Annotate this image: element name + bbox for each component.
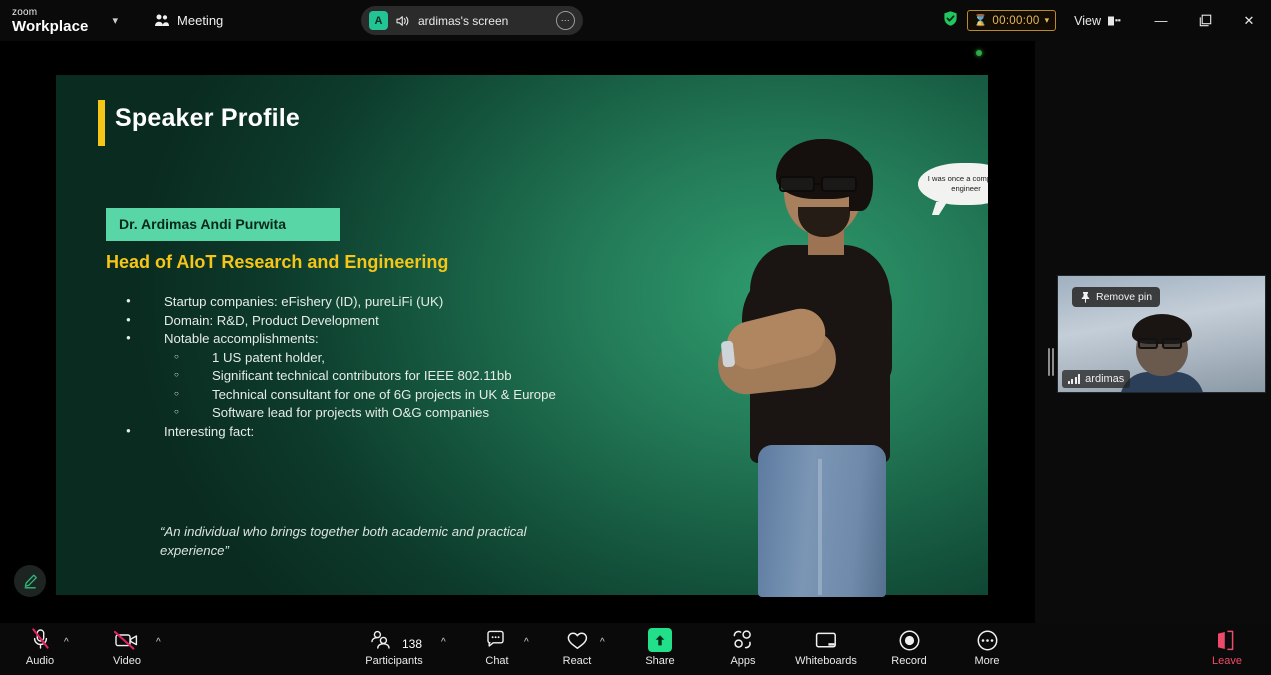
hourglass-icon: ⌛ bbox=[973, 15, 988, 27]
microphone-muted-icon bbox=[31, 627, 50, 653]
apps-icon bbox=[731, 627, 755, 653]
brand-workplace-text: Workplace bbox=[12, 17, 89, 35]
maximize-button[interactable] bbox=[1183, 0, 1227, 41]
zoom-workplace-logo: zoom Workplace bbox=[12, 6, 89, 35]
shared-screen-label: ardimas's screen bbox=[418, 13, 509, 28]
timer-value: 00:00:00 bbox=[992, 14, 1040, 27]
ellipsis-icon bbox=[976, 627, 999, 653]
layout-icon bbox=[1108, 16, 1121, 25]
presentation-slide: Speaker Profile Dr. Ardimas Andi Purwita… bbox=[56, 75, 988, 597]
more-button[interactable]: More bbox=[949, 627, 1025, 673]
shared-content-stage: Speaker Profile Dr. Ardimas Andi Purwita… bbox=[0, 41, 1035, 623]
record-button[interactable]: Record bbox=[871, 627, 947, 673]
react-options-caret[interactable]: ^ bbox=[600, 637, 605, 648]
green-dot-icon bbox=[976, 50, 982, 56]
leave-label: Leave bbox=[1212, 655, 1242, 667]
record-icon bbox=[898, 627, 921, 653]
close-button[interactable]: ✕ bbox=[1227, 0, 1271, 41]
heart-icon bbox=[566, 627, 589, 653]
share-button[interactable]: Share bbox=[622, 627, 698, 673]
meeting-toolbar: Audio ^ Video ^ 138 Participants ^ Chat … bbox=[0, 623, 1271, 675]
list-item: Startup companies: eFishery (ID), pureLi… bbox=[116, 292, 636, 312]
list-item: Significant technical contributors for I… bbox=[116, 366, 636, 386]
record-label: Record bbox=[891, 655, 927, 667]
minimize-button[interactable]: — bbox=[1139, 0, 1183, 41]
chat-label: Chat bbox=[485, 655, 509, 667]
react-label: React bbox=[562, 655, 592, 667]
title-bar: zoom Workplace ▾ Meeting A ardimas's scr… bbox=[0, 0, 1271, 41]
annotate-button[interactable] bbox=[14, 565, 46, 597]
chat-bubble-icon bbox=[486, 627, 509, 653]
participants-count: 138 bbox=[402, 637, 423, 651]
speaker-role: Head of AIoT Research and Engineering bbox=[106, 252, 449, 272]
bullet-list: Startup companies: eFishery (ID), pureLi… bbox=[116, 292, 636, 442]
resize-handle[interactable] bbox=[1048, 348, 1055, 376]
list-item: Domain: R&D, Product Development bbox=[116, 311, 636, 331]
video-label: Video bbox=[113, 655, 141, 667]
chat-button[interactable]: Chat bbox=[459, 627, 535, 673]
shared-screen-frame: Speaker Profile Dr. Ardimas Andi Purwita… bbox=[56, 45, 988, 619]
list-item: Notable accomplishments: bbox=[116, 329, 636, 349]
pin-icon bbox=[1081, 292, 1090, 303]
remove-pin-label: Remove pin bbox=[1096, 291, 1153, 303]
share-more-options-button[interactable]: ⋯ bbox=[556, 11, 575, 30]
list-item: Software lead for projects with O&G comp… bbox=[116, 403, 636, 423]
participants-button[interactable]: 138 Participants bbox=[356, 627, 432, 673]
meeting-tab-label: Meeting bbox=[177, 13, 224, 28]
speaker-quote: “An individual who brings together both … bbox=[160, 524, 527, 558]
more-label: More bbox=[974, 655, 1000, 667]
leave-button[interactable]: Leave bbox=[1189, 627, 1265, 673]
shared-screen-pill[interactable]: A ardimas's screen ⋯ bbox=[361, 6, 583, 35]
list-item: Interesting fact: bbox=[116, 422, 636, 442]
signal-bars-icon bbox=[1068, 374, 1081, 384]
video-button[interactable]: Video bbox=[89, 627, 165, 673]
speaker-photo bbox=[666, 139, 956, 597]
share-label: Share bbox=[645, 655, 675, 667]
whiteboards-button[interactable]: Whiteboards bbox=[788, 627, 864, 673]
title-bar-right-controls: ⌛ 00:00:00 ▾ View — ✕ bbox=[942, 0, 1271, 41]
chevron-down-icon[interactable]: ▾ bbox=[113, 14, 119, 27]
eyeglasses bbox=[1138, 338, 1186, 349]
camera-muted-icon bbox=[114, 627, 140, 653]
chat-options-caret[interactable]: ^ bbox=[524, 637, 529, 648]
audio-button[interactable]: Audio bbox=[2, 627, 78, 673]
zoom-meeting-window: zoom Workplace ▾ Meeting A ardimas's scr… bbox=[0, 0, 1271, 675]
participants-options-caret[interactable]: ^ bbox=[441, 637, 446, 648]
people-icon bbox=[155, 14, 170, 26]
title-accent-bar bbox=[98, 100, 105, 146]
speaker-icon bbox=[396, 15, 409, 26]
audio-options-caret[interactable]: ^ bbox=[64, 637, 69, 648]
pencil-icon bbox=[24, 574, 37, 588]
chevron-down-icon[interactable]: ▾ bbox=[1045, 15, 1050, 26]
window-controls: — ✕ bbox=[1139, 0, 1271, 41]
whiteboard-icon bbox=[814, 627, 839, 653]
view-button[interactable]: View bbox=[1074, 14, 1121, 28]
speaker-name-chip: Dr. Ardimas Andi Purwita bbox=[106, 208, 340, 241]
react-button[interactable]: React bbox=[539, 627, 615, 673]
avatar: A bbox=[369, 11, 388, 30]
participant-name-badge: ardimas bbox=[1062, 370, 1131, 388]
share-screen-icon bbox=[648, 627, 672, 653]
audio-label: Audio bbox=[25, 655, 55, 667]
leave-door-icon bbox=[1214, 627, 1240, 653]
participants-label: Participants bbox=[365, 655, 423, 667]
participant-name: ardimas bbox=[1085, 373, 1125, 385]
apps-label: Apps bbox=[730, 655, 756, 667]
meeting-timer[interactable]: ⌛ 00:00:00 ▾ bbox=[966, 10, 1057, 31]
brand-zoom-text: zoom bbox=[12, 6, 38, 18]
video-options-caret[interactable]: ^ bbox=[156, 637, 161, 648]
meeting-tab[interactable]: Meeting bbox=[154, 13, 223, 28]
whiteboards-label: Whiteboards bbox=[795, 655, 857, 667]
participant-figure bbox=[1120, 314, 1204, 392]
list-item: 1 US patent holder, bbox=[116, 348, 636, 368]
slide-title: Speaker Profile bbox=[115, 104, 301, 132]
view-label: View bbox=[1074, 13, 1101, 28]
remove-pin-button[interactable]: Remove pin bbox=[1072, 287, 1161, 307]
security-shield-icon[interactable] bbox=[942, 10, 959, 32]
apps-button[interactable]: Apps bbox=[705, 627, 781, 673]
participant-video-thumbnail[interactable]: Remove pin ardimas bbox=[1057, 275, 1266, 393]
eyeglasses bbox=[779, 176, 865, 192]
list-item: Technical consultant for one of 6G proje… bbox=[116, 385, 636, 405]
